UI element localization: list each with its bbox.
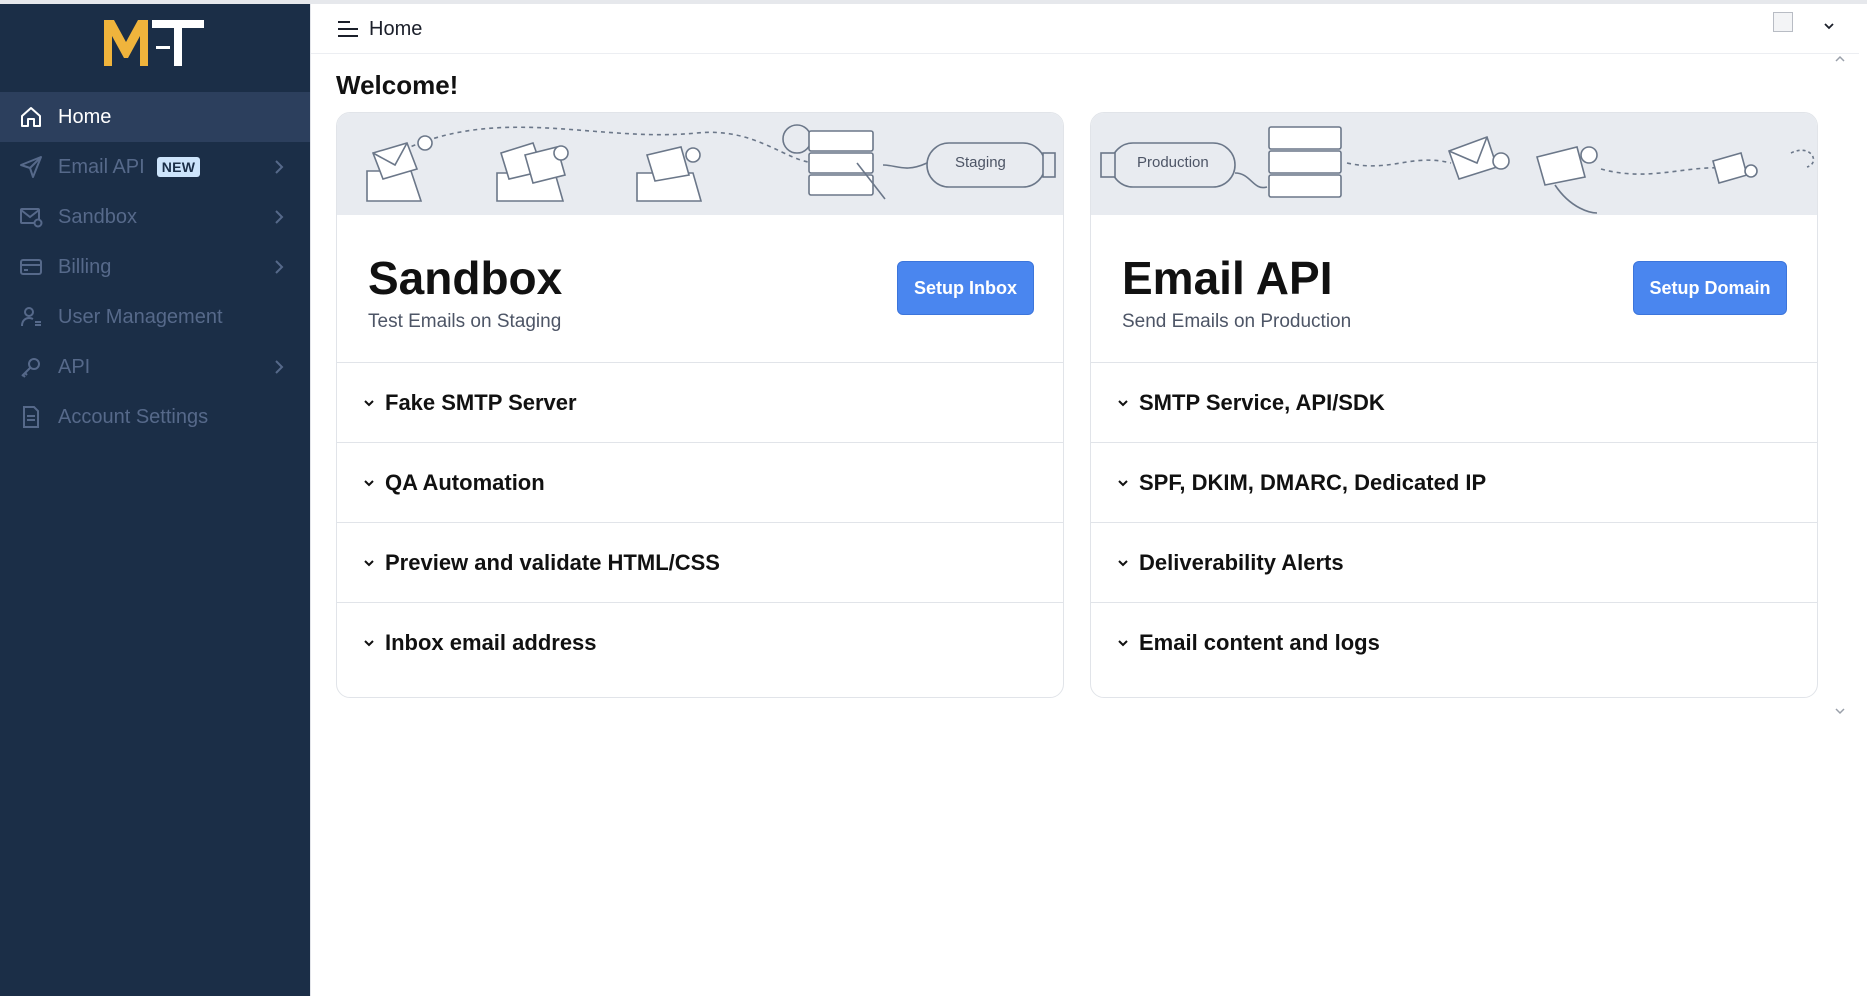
chevron-right-icon [275,360,284,374]
chevron-down-icon [1118,479,1128,486]
main-content: Home Welcome! Staging Sandbox Test Email… [310,4,1867,996]
sidebar-item-api[interactable]: API [0,342,310,392]
chevron-down-icon [364,479,374,486]
menu-toggle-icon[interactable] [337,20,359,38]
user-settings-icon [18,304,44,330]
sidebar-item-billing[interactable]: Billing [0,242,310,292]
sidebar-item-label: API [58,355,91,378]
setup-inbox-button[interactable]: Setup Inbox [897,261,1034,315]
accordion-label: Fake SMTP Server [385,389,577,415]
sidebar-item-label: Sandbox [58,205,137,228]
sidebar-item-label: Email API [58,155,145,178]
chevron-right-icon [275,210,284,224]
accordion-label: Inbox email address [385,630,597,655]
email-api-feature-list: SMTP Service, API/SDK SPF, DKIM, DMARC, … [1091,363,1817,683]
accordion-item[interactable]: Preview and validate HTML/CSS [337,523,1063,603]
card-title: Sandbox [368,252,563,304]
setup-domain-button[interactable]: Setup Domain [1633,261,1787,315]
chevron-down-icon [1118,640,1128,647]
sidebar-item-label: Account Settings [58,405,209,428]
sandbox-card: Staging Sandbox Test Emails on Staging S… [336,112,1064,698]
page-title: Welcome! [336,70,459,100]
avatar[interactable] [1773,12,1793,32]
sandbox-banner-illustration: Staging [337,113,1063,215]
accordion-item[interactable]: Deliverability Alerts [1091,523,1817,603]
accordion-item[interactable]: SPF, DKIM, DMARC, Dedicated IP [1091,443,1817,523]
sandbox-card-header: Sandbox Test Emails on Staging Setup Inb… [337,215,1063,363]
accordion-label: Email content and logs [1139,630,1380,655]
accordion-label: QA Automation [385,469,545,495]
sidebar-item-label: Billing [58,255,112,278]
chevron-down-icon [1118,559,1128,566]
chevron-right-icon [275,160,284,174]
accordion-item[interactable]: Email content and logs [1091,603,1817,683]
chevron-down-icon [364,640,374,647]
top-bar: Home [311,4,1859,54]
sidebar-item-sandbox[interactable]: Sandbox [0,192,310,242]
sidebar-nav: Home Email API NEW Sandbox Billing User … [0,92,310,442]
logo[interactable] [100,16,208,72]
sidebar-item-email-api[interactable]: Email API NEW [0,142,310,192]
home-icon [18,104,44,130]
chevron-down-icon[interactable] [1823,21,1835,31]
scroll-down-icon[interactable] [1834,706,1846,716]
sidebar: Home Email API NEW Sandbox Billing User … [0,4,310,996]
accordion-item[interactable]: QA Automation [337,443,1063,523]
accordion-item[interactable]: SMTP Service, API/SDK [1091,363,1817,443]
chevron-down-icon [1118,399,1128,406]
accordion-label: SMTP Service, API/SDK [1139,389,1385,415]
mail-shield-icon [18,204,44,230]
send-icon [18,154,44,180]
accordion-item[interactable]: Fake SMTP Server [337,363,1063,443]
chevron-down-icon [364,399,374,406]
sidebar-item-user-management[interactable]: User Management [0,292,310,342]
sidebar-item-account-settings[interactable]: Account Settings [0,392,310,442]
sidebar-item-label: User Management [58,305,223,328]
email-api-card-header: Email API Send Emails on Production Setu… [1091,215,1817,363]
key-icon [18,354,44,380]
chevron-down-icon [364,559,374,566]
card-subtitle: Test Emails on Staging [368,311,562,332]
card-title: Email API [1122,252,1333,304]
sidebar-item-home[interactable]: Home [0,92,310,142]
staging-label: Staging [955,154,1006,171]
sidebar-item-label: Home [58,105,112,128]
card-subtitle: Send Emails on Production [1122,311,1352,332]
scroll-up-icon[interactable] [1834,54,1846,64]
app-window: Home Email API NEW Sandbox Billing User … [0,0,1867,996]
breadcrumb: Home [369,18,423,40]
accordion-item[interactable]: Inbox email address [337,603,1063,683]
sandbox-feature-list: Fake SMTP Server QA Automation Preview a… [337,363,1063,683]
new-badge: NEW [156,157,201,177]
accordion-label: Deliverability Alerts [1139,549,1344,575]
accordion-label: SPF, DKIM, DMARC, Dedicated IP [1139,469,1487,495]
credit-card-icon [18,254,44,280]
email-api-banner-illustration: Production [1091,113,1817,215]
accordion-label: Preview and validate HTML/CSS [385,549,720,575]
document-icon [18,404,44,430]
email-api-card: Production Email API Send Emails on Prod… [1090,112,1818,698]
chevron-right-icon [275,260,284,274]
production-label: Production [1137,154,1209,171]
